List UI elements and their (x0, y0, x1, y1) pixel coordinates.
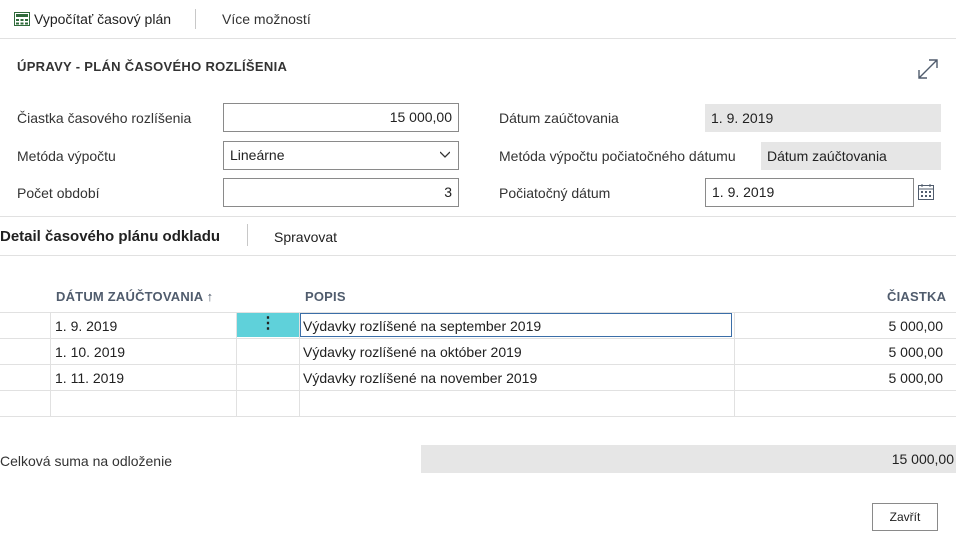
column-line (734, 312, 735, 416)
calc-method-label: Metóda výpočtu (17, 148, 116, 164)
close-button[interactable]: Zavřít (872, 503, 938, 531)
action-separator (195, 9, 196, 29)
calculate-schedule-icon (14, 12, 30, 26)
periods-field[interactable]: 3 (223, 178, 459, 207)
posting-date-value: 1. 9. 2019 (705, 104, 941, 132)
deferral-amount-field[interactable]: 15 000,00 (223, 103, 459, 132)
start-date-field[interactable]: 1. 9. 2019 (705, 178, 914, 207)
start-date-label: Počiatočný dátum (499, 185, 611, 201)
column-header-amount[interactable]: ČIASTKA (887, 289, 946, 304)
table-row-amount[interactable]: 5 000,00 (889, 370, 944, 386)
posting-date-label: Dátum zaúčtovania (499, 110, 619, 126)
table-row-line (0, 390, 956, 391)
action-bar: Vypočítať časový plán Více možností (0, 0, 956, 39)
calc-method-select[interactable]: Lineárne (223, 141, 459, 170)
more-options-button[interactable]: Více možností (222, 11, 311, 27)
start-method-label: Metóda výpočtu počiatočného dátumu (499, 148, 736, 164)
row-actions-button[interactable]: ⋮ (237, 313, 299, 337)
column-line (50, 312, 51, 416)
lines-title: Detail časového plánu odkladu (0, 228, 221, 245)
table-row-date[interactable]: 1. 9. 2019 (55, 318, 117, 334)
table-row-line (0, 338, 956, 339)
table-row-description[interactable]: Výdavky rozlíšené na november 2019 (303, 370, 537, 386)
table-row-date[interactable]: 1. 10. 2019 (55, 344, 125, 360)
calendar-icon[interactable] (918, 184, 934, 200)
manage-button[interactable]: Spravovat (274, 229, 337, 245)
table-row-date[interactable]: 1. 11. 2019 (55, 370, 124, 386)
expand-icon[interactable] (917, 58, 939, 80)
table-row-line (0, 364, 956, 365)
table-row-amount[interactable]: 5 000,00 (889, 318, 944, 334)
calc-method-value: Lineárne (230, 147, 285, 163)
table-row-line (0, 416, 956, 417)
column-header-description[interactable]: POPIS (305, 289, 346, 304)
total-value: 15 000,00 (421, 445, 956, 473)
lines-separator (247, 224, 248, 246)
total-label: Celková suma na odloženie (0, 453, 172, 469)
lines-divider (0, 255, 956, 256)
section-title: ÚPRAVY - PLÁN ČASOVÉHO ROZLÍŠENIA (17, 59, 288, 74)
deferral-amount-label: Čiastka časového rozlíšenia (17, 110, 192, 126)
periods-label: Počet období (17, 185, 100, 201)
section-divider (0, 216, 956, 217)
table-row-description[interactable]: Výdavky rozlíšené na september 2019 (303, 318, 541, 334)
start-method-value: Dátum zaúčtovania (761, 142, 941, 170)
table-row-description[interactable]: Výdavky rozlíšené na október 2019 (303, 344, 522, 360)
column-header-posting-date[interactable]: DÁTUM ZAÚČTOVANIA ↑ (56, 289, 213, 304)
table-row-amount[interactable]: 5 000,00 (889, 344, 944, 360)
chevron-down-icon (440, 151, 450, 158)
calculate-schedule-button[interactable]: Vypočítať časový plán (34, 11, 171, 27)
